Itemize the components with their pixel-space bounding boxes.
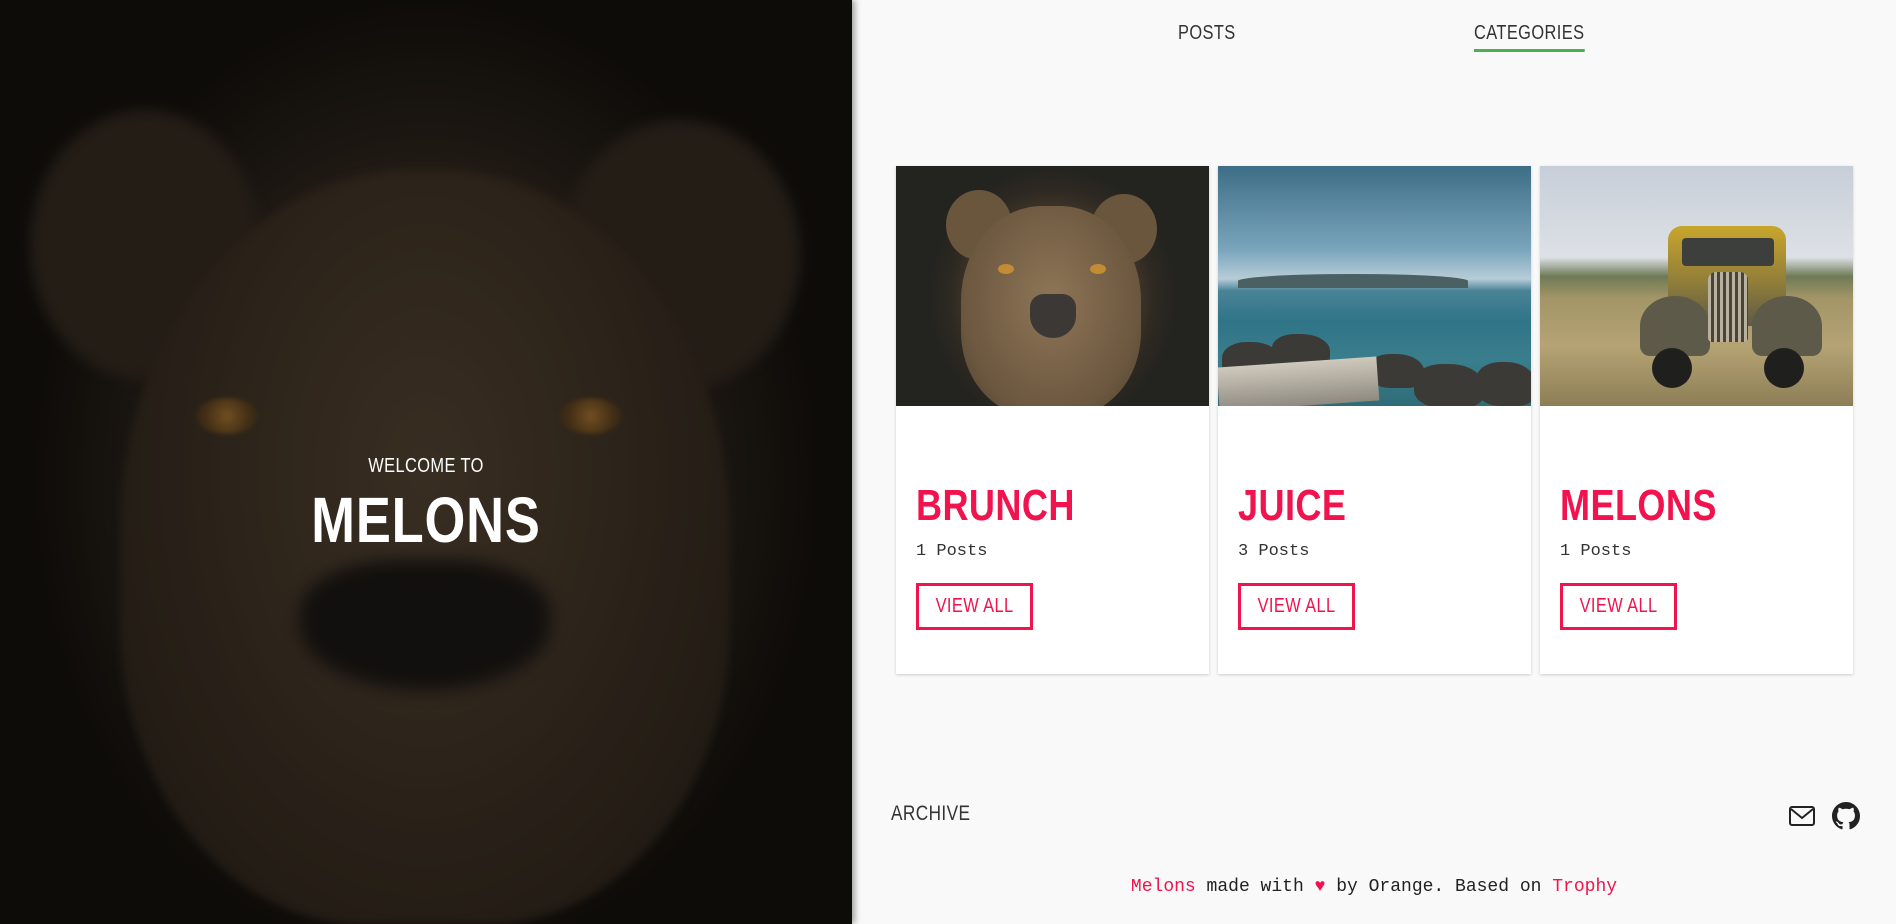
archive-link[interactable]: ARCHIVE <box>891 802 970 826</box>
old-truck-photo[interactable] <box>1540 166 1853 406</box>
by-text: by Orange. Based on <box>1336 877 1542 897</box>
lioness-photo[interactable] <box>896 166 1209 406</box>
category-grid: BRUNCH 1 Posts VIEW ALL JUICE 3 Posts VI… <box>896 166 1854 674</box>
category-title[interactable]: BRUNCH <box>916 484 1140 528</box>
theme-link[interactable]: Trophy <box>1552 877 1617 897</box>
view-all-label: VIEW ALL <box>1579 595 1658 617</box>
site-title: MELONS <box>311 484 541 556</box>
view-all-button[interactable]: VIEW ALL <box>916 583 1034 630</box>
hero-banner: WELCOME TO MELONS <box>0 0 852 924</box>
mail-icon[interactable] <box>1788 802 1816 830</box>
post-count: 1 Posts <box>916 542 988 561</box>
main-nav: POSTS CATEGORIES <box>852 22 1896 62</box>
view-all-label: VIEW ALL <box>935 595 1014 617</box>
category-card-juice: JUICE 3 Posts VIEW ALL <box>1218 166 1531 674</box>
nav-posts-link[interactable]: POSTS <box>1178 22 1236 49</box>
nav-categories-link[interactable]: CATEGORIES <box>1474 22 1585 52</box>
view-all-button[interactable]: VIEW ALL <box>1560 583 1678 630</box>
category-title[interactable]: MELONS <box>1560 484 1784 528</box>
post-count: 1 Posts <box>1560 542 1632 561</box>
footer-credits: Melons made with ♥ by Orange. Based on T… <box>852 877 1896 897</box>
social-links <box>1788 802 1860 830</box>
category-card-brunch: BRUNCH 1 Posts VIEW ALL <box>896 166 1209 674</box>
made-with-text: made with <box>1206 877 1304 897</box>
card-body: JUICE 3 Posts VIEW ALL <box>1238 484 1511 630</box>
github-icon[interactable] <box>1832 802 1860 830</box>
view-all-button[interactable]: VIEW ALL <box>1238 583 1356 630</box>
hero-text: WELCOME TO MELONS <box>0 455 852 552</box>
card-body: MELONS 1 Posts VIEW ALL <box>1560 484 1833 630</box>
post-count: 3 Posts <box>1238 542 1310 561</box>
site-link[interactable]: Melons <box>1131 877 1196 897</box>
sea-photo[interactable] <box>1218 166 1531 406</box>
view-all-label: VIEW ALL <box>1257 595 1336 617</box>
category-title[interactable]: JUICE <box>1238 484 1462 528</box>
category-card-melons: MELONS 1 Posts VIEW ALL <box>1540 166 1853 674</box>
heart-icon: ♥ <box>1314 877 1326 897</box>
hero-welcome: WELCOME TO <box>368 455 484 477</box>
card-body: BRUNCH 1 Posts VIEW ALL <box>916 484 1189 630</box>
